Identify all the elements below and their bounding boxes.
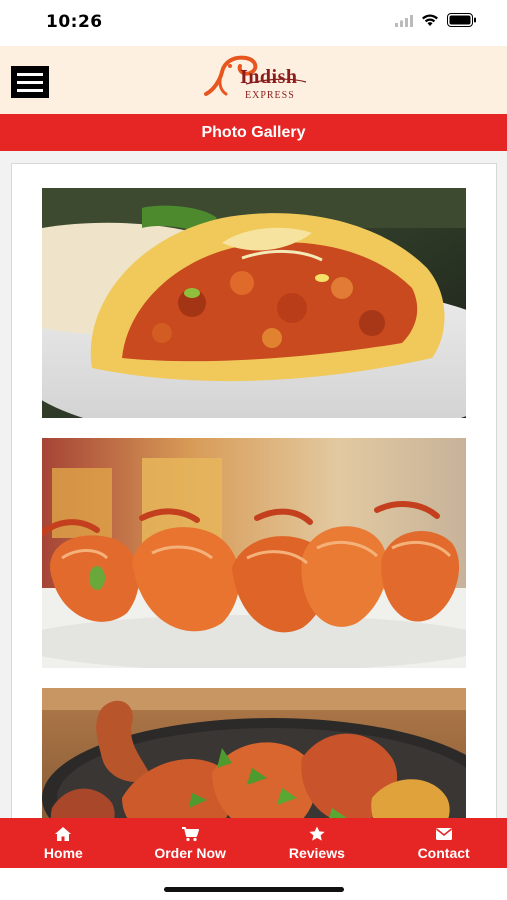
- logo-name: Indish: [240, 66, 298, 88]
- tab-order-now-label: Order Now: [154, 844, 226, 861]
- home-icon: [54, 826, 72, 842]
- hamburger-menu-icon[interactable]: [11, 66, 49, 98]
- status-time: 10:26: [46, 12, 103, 32]
- battery-icon: [447, 13, 477, 32]
- logo-subtitle: EXPRESS: [245, 90, 295, 101]
- page-title: Photo Gallery: [201, 123, 306, 141]
- tab-order-now[interactable]: Order Now: [127, 818, 254, 868]
- page-title-bar: Photo Gallery: [0, 114, 507, 151]
- app-header: Indish EXPRESS: [0, 46, 507, 114]
- tab-reviews-label: Reviews: [288, 844, 345, 861]
- tab-contact[interactable]: Contact: [380, 818, 507, 868]
- tab-home-label: Home: [43, 844, 83, 861]
- home-indicator[interactable]: [164, 887, 344, 892]
- gallery-content[interactable]: [0, 151, 507, 818]
- gallery-photo-tandoori[interactable]: [42, 688, 466, 818]
- logo[interactable]: Indish EXPRESS: [200, 52, 310, 108]
- tab-reviews[interactable]: Reviews: [254, 818, 381, 868]
- envelope-icon: [435, 826, 453, 842]
- status-bar: 10:26: [0, 0, 507, 46]
- tab-contact-label: Contact: [417, 844, 470, 861]
- gallery-card: [11, 163, 497, 818]
- status-icons: [395, 13, 477, 32]
- star-icon: [308, 826, 326, 842]
- cart-icon: [181, 826, 200, 842]
- bottom-tab-bar: Home Order Now Reviews Contact: [0, 818, 507, 868]
- gallery-photo-shrimp[interactable]: [42, 438, 466, 668]
- home-indicator-area: [0, 868, 507, 900]
- wifi-icon: [421, 14, 439, 32]
- tab-home[interactable]: Home: [0, 818, 127, 868]
- gallery-photo-burrito[interactable]: [42, 188, 466, 418]
- signal-icon: [395, 14, 413, 32]
